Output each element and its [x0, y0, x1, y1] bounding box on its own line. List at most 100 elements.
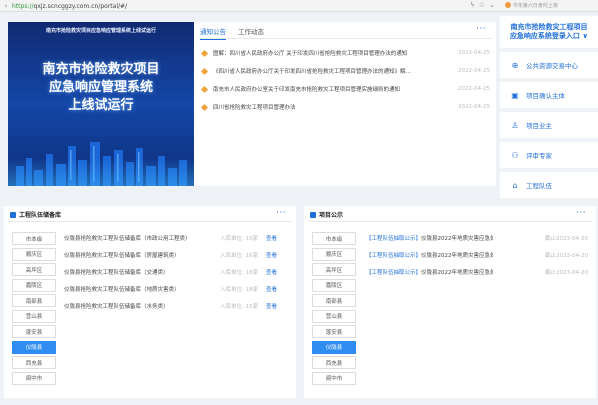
view-link[interactable]: 查看 [266, 285, 277, 293]
news-item[interactable]: 四川省抢险救灾工程项目管理办法 2022-04-25 [200, 98, 490, 116]
system-login-entry[interactable]: 南充市抢险救灾工程项目 应急响应系统登录入口 ∨ [500, 16, 598, 48]
project-title: 仪陇县2022年地质灾害应急处置… [421, 270, 494, 276]
address-bar[interactable]: https:// qxjz.scncggzy.com.cn/portal/#/ [12, 2, 460, 10]
news-more-button[interactable]: ··· [476, 24, 486, 34]
banner-title-line2: 应急响应管理系统 [48, 80, 153, 95]
project-row[interactable]: 【工程队伍抽取公示】 仪陇县2022年地质灾害应急处置… 截止2023-04-2… [366, 265, 588, 279]
star-icon[interactable]: ☆ [479, 1, 485, 9]
panel-divider [8, 221, 292, 222]
globe-icon: ⊕ [511, 60, 519, 70]
team-count: 入库单位: 15家 [220, 304, 259, 310]
district-item[interactable]: 蓬安县 [312, 325, 356, 338]
news-item-title: 南充市人民政府办公室关于印发南充市抢险救灾工程项目管理实施细则的通知 [213, 87, 401, 93]
team-row: 仪陇县抢险救灾工程队伍储备库（地质灾害类） 入库单位: 18家 查看 [64, 282, 290, 296]
sidebar-item-label: 项目业主 [526, 122, 552, 130]
banner-glow [8, 158, 194, 186]
view-link[interactable]: 查看 [266, 234, 277, 242]
team-row: 仪陇县抢险救灾工程队伍储备库（水务类） 入库单位: 15家 查看 [64, 299, 290, 313]
district-item[interactable]: 阆中市 [312, 371, 356, 385]
database-icon [10, 211, 16, 218]
news-item[interactable]: 《四川省人民政府办公厅关于印发四川省抢险救灾工程项目管理办法的通知》解… 202… [200, 62, 490, 80]
bullet-icon [200, 85, 209, 93]
view-link[interactable]: 查看 [266, 302, 277, 310]
news-item-title: 《四川省人民政府办公厅关于印发四川省抢险救灾工程项目管理办法的通知》解… [213, 69, 412, 75]
news-item[interactable]: 南充市人民政府办公室关于印发南充市抢险救灾工程项目管理实施细则的通知 2022-… [200, 80, 490, 98]
sidebar-item-experts[interactable]: ⚇ 评审专家 [500, 142, 598, 168]
team-count: 入库单位: 18家 [220, 270, 259, 276]
ticker-text: 今年第六日食何上演 [512, 2, 558, 9]
panel-divider [308, 221, 592, 222]
team-count: 入库单位: 15家 [220, 236, 259, 242]
news-ticker[interactable]: 今年第六日食何上演 [504, 2, 558, 9]
login-title-line2-text: 应急响应系统登录入口 [509, 32, 580, 40]
district-item[interactable]: 南部县 [12, 294, 56, 307]
district-item[interactable]: 嘉陵区 [12, 278, 56, 292]
district-item[interactable]: 西充县 [12, 356, 56, 369]
news-item-title: 四川省抢险救灾工程项目管理办法 [213, 105, 296, 111]
district-item[interactable]: 市本级 [12, 232, 56, 245]
hero-banner[interactable]: 南充市抢险救灾项目应急响应管理系统上线试运行 南充市抢险救灾项目 应急响应管理系… [8, 22, 194, 186]
login-title-line1: 南充市抢险救灾工程项目 [510, 23, 588, 31]
district-item[interactable]: 高坪区 [312, 263, 356, 276]
project-deadline: 截止2023-04-20 [545, 236, 588, 242]
sidebar-item-label: 公共资源交易中心 [526, 62, 578, 70]
district-item[interactable]: 南部县 [312, 294, 356, 307]
team-count: 入库单位: 16家 [220, 253, 259, 259]
district-item[interactable]: 高坪区 [12, 263, 56, 276]
building-icon: ⌂ [512, 180, 518, 190]
district-item-selected[interactable]: 仪陇县 [12, 340, 56, 354]
district-item[interactable]: 嘉陵区 [312, 278, 356, 292]
news-dot-icon [504, 2, 511, 8]
project-row[interactable]: 【工程队伍抽取公示】 仪陇县2022年地质灾害应急处置… 截止2023-04-2… [366, 231, 588, 245]
project-row[interactable]: 【工程队伍抽取公示】 仪陇县2022年地质灾害应急处置… 截止2023-04-2… [366, 248, 588, 262]
news-item-title: 图解：四川省人民政府办公厅 关于印发四川省抢险救灾工程项目管理办法的通知 [213, 51, 408, 57]
banner-top-text: 南充市抢险救灾项目应急响应管理系统上线试运行 [45, 28, 156, 34]
news-panel: 通知公告 工作动态 ··· 图解：四川省人民政府办公厅 关于印发四川省抢险救灾工… [194, 22, 496, 186]
district-item[interactable]: 蓬安县 [12, 325, 56, 338]
team-count: 入库单位: 18家 [220, 287, 259, 293]
team-name: 仪陇县抢险救灾工程队伍储备库（房屋建筑类） [64, 253, 180, 259]
view-link[interactable]: 查看 [266, 268, 277, 276]
news-item-date: 2022-04-25 [458, 86, 490, 92]
view-link[interactable]: 查看 [266, 251, 277, 259]
sidebar-item-label: 项目确认主体 [526, 92, 565, 100]
news-item-date: 2022-04-25 [458, 68, 490, 74]
team-name: 仪陇县抢险救灾工程队伍储备库（交通类） [64, 270, 169, 276]
teams-more-button[interactable]: ··· [276, 208, 286, 218]
project-title: 仪陇县2022年地质灾害应急处置… [421, 236, 494, 242]
back-icon[interactable]: ‹ [1, 1, 11, 11]
sidebar-item-label: 评审专家 [526, 152, 552, 160]
sidebar-item-trading-center[interactable]: ⊕ 公共资源交易中心 [500, 52, 598, 78]
document-icon [310, 211, 316, 218]
district-item[interactable]: 营山县 [12, 309, 56, 323]
bullet-icon [200, 103, 209, 111]
district-item[interactable]: 营山县 [312, 309, 356, 323]
banner-title-line3: 上线试运行 [68, 98, 134, 113]
team-row: 仪陇县抢险救灾工程队伍储备库（市政公用工程类） 入库单位: 15家 查看 [64, 231, 290, 245]
url-scheme: https:// [12, 2, 34, 10]
user-group-icon: ⚇ [511, 150, 519, 160]
district-item-selected[interactable]: 仪陇县 [312, 340, 356, 354]
project-tag: 【工程队伍抽取公示】 [366, 270, 422, 276]
district-item[interactable]: 市本级 [312, 232, 356, 245]
team-row: 仪陇县抢险救灾工程队伍储备库（交通类） 入库单位: 18家 查看 [64, 265, 290, 279]
sidebar-item-teams[interactable]: ⌂ 工程队伍 [500, 172, 598, 198]
sidebar-item-project-owner[interactable]: ♙ 项目业主 [500, 112, 598, 138]
browser-actions: ϟ ☆ ⌄ 今年第六日食何上演 [470, 1, 558, 9]
district-item[interactable]: 西充县 [312, 356, 356, 369]
district-item[interactable]: 阆中市 [12, 371, 56, 385]
projects-panel-header: 项目公示 [310, 210, 343, 219]
news-item-date: 2022-04-25 [458, 50, 490, 56]
news-item-date: 2022-04-25 [458, 104, 490, 110]
login-title-line2: 应急响应系统登录入口 ∨ [510, 32, 588, 41]
projects-more-button[interactable]: ··· [576, 208, 586, 218]
district-item[interactable]: 顺庆区 [12, 247, 56, 261]
chevron-down-icon[interactable]: ⌄ [489, 1, 495, 9]
project-deadline: 截止2023-04-20 [545, 253, 588, 259]
sidebar-item-project-confirm[interactable]: ▣ 项目确认主体 [500, 82, 598, 108]
news-item[interactable]: 图解：四川省人民政府办公厅 关于印发四川省抢险救灾工程项目管理办法的通知 202… [200, 44, 490, 62]
lightning-icon[interactable]: ϟ [470, 1, 475, 9]
url-text: qxjz.scncggzy.com.cn/portal/#/ [33, 2, 128, 10]
district-item[interactable]: 顺庆区 [312, 247, 356, 261]
team-name: 仪陇县抢险救灾工程队伍储备库（市政公用工程类） [64, 236, 191, 242]
